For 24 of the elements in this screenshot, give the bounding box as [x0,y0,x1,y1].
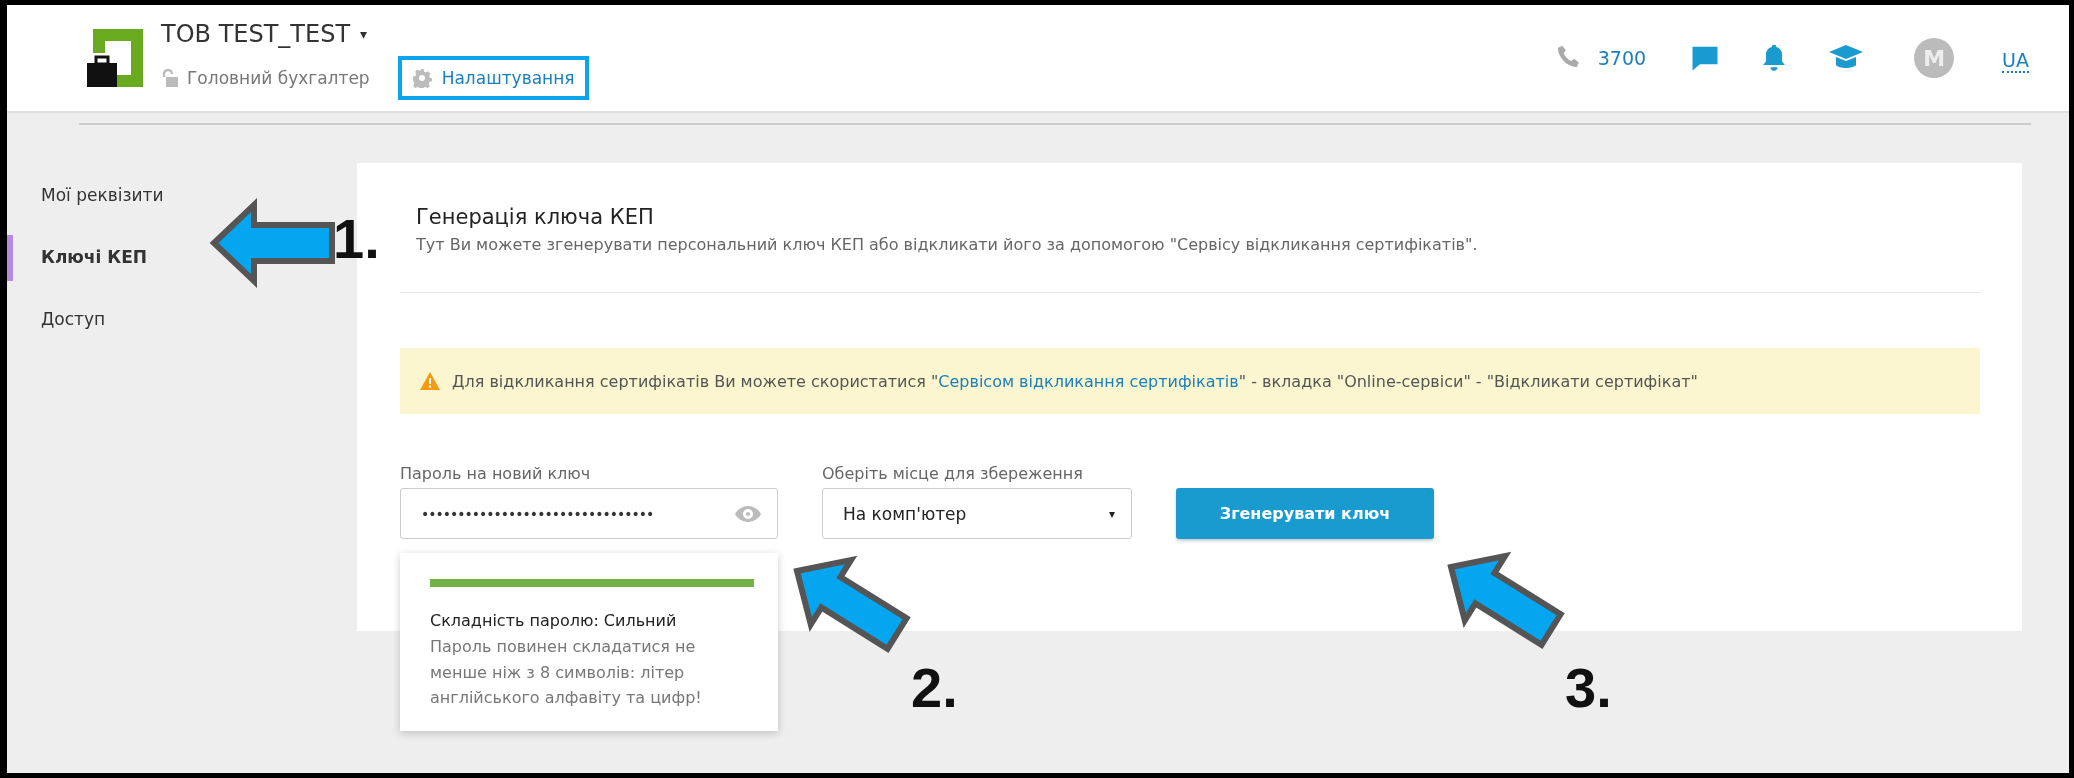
lock-icon [161,69,179,87]
settings-icon [411,68,432,88]
caret-icon[interactable]: ▾ [360,26,368,42]
language-switch[interactable]: UA [2002,49,2029,73]
password-label: Пароль на новий ключ [400,464,592,483]
step-number: 2. [911,660,958,716]
storage-label: Оберіть місце для збереження [822,464,1084,483]
settings-link[interactable]: Налаштування [397,56,589,100]
role-label: Головний бухгалтер [187,68,370,88]
section-description: Тут Ви можете згенерувати персональний ключ КЕП або відкликати його за допомогою "Сервісу відкликання сертифікатів". [416,235,1479,254]
revocation-service-link[interactable]: Сервісом відкликання сертифікатів [938,371,1239,391]
notice-text: Для відкликання сертифікатів Ви можете скористатися "Сервісом відкликання сертифікатів" - вкладка "Online-сервіси" - "Відкликати сертифікат" [452,371,1698,391]
step-number: 3. [1565,660,1612,716]
sidebar-item[interactable]: Доступ [7,297,357,343]
password-field[interactable]: •••••••••••••••••••••••••••••••• [400,488,778,539]
phone-number[interactable]: 3700 [1597,47,1647,69]
eye-icon[interactable] [735,505,761,522]
strength-label: Складність паролю: Сильний [430,611,678,630]
password-hint: Пароль повинен складатися не менше ніж з 8 символів: літер англійського алфавіту та цифр! [430,636,703,710]
section-title: Генерація ключа КЕП [416,205,655,229]
logo-icon [87,29,143,87]
storage-dropdown[interactable]: На комп'ютер ▾ [822,488,1132,539]
warning-icon [420,372,440,390]
company-name[interactable]: ТОВ TEST_TEST [161,20,351,48]
